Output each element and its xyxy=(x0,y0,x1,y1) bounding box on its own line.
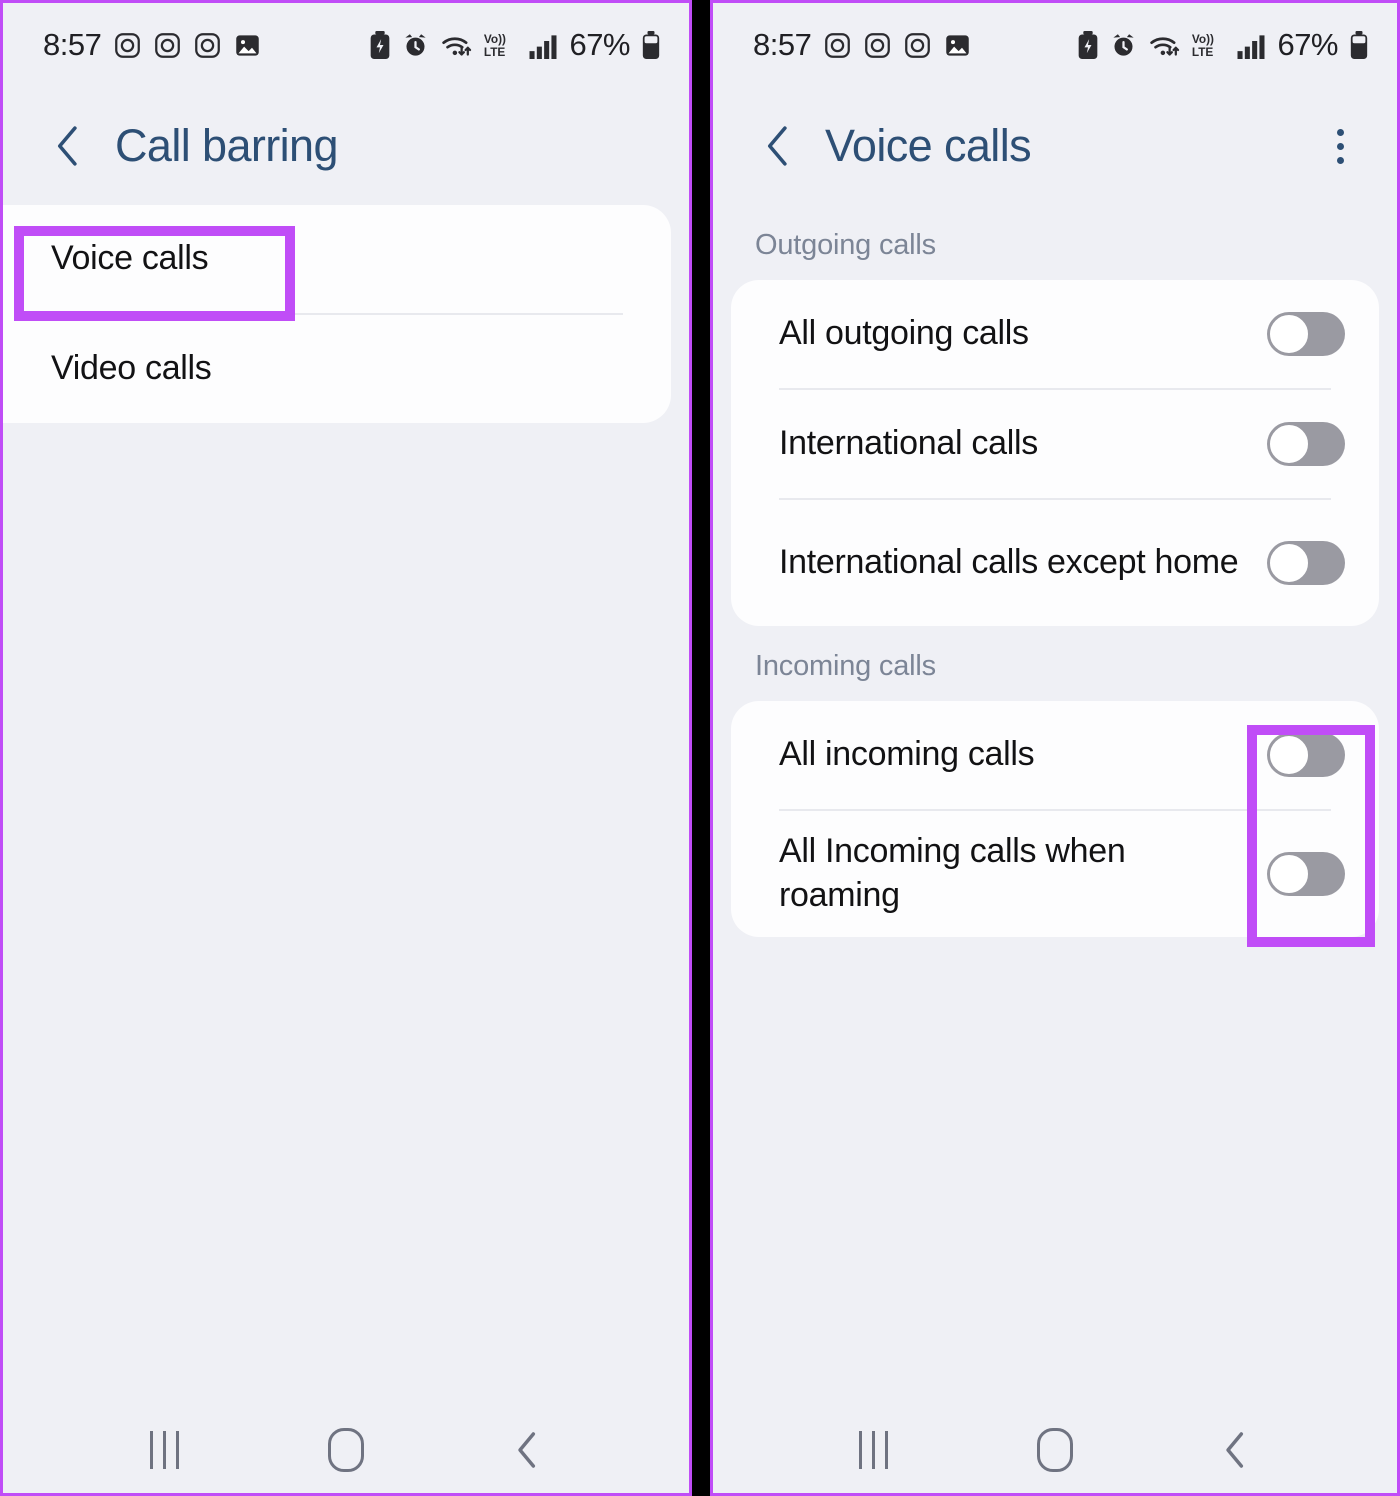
status-bar-left: 8:57 xyxy=(753,27,971,63)
alarm-icon xyxy=(402,32,429,59)
battery-icon xyxy=(1349,31,1369,59)
camera-icon xyxy=(114,32,141,59)
status-bar-left: 8:57 xyxy=(43,27,261,63)
setting-row-all-incoming-calls[interactable]: All incoming calls xyxy=(731,701,1379,809)
list-item-video-calls[interactable]: Video calls xyxy=(3,315,671,423)
dual-screenshot: 8:57 Vo)) LTE 67% Call barring Voice cal… xyxy=(0,0,1400,1496)
status-bar: 8:57 Vo)) LTE 67% xyxy=(713,3,1397,87)
left-header: Call barring xyxy=(3,87,689,205)
gallery-icon xyxy=(234,32,261,59)
back-button[interactable] xyxy=(483,1420,573,1480)
battery-percent-label: 67% xyxy=(569,27,630,62)
call-barring-list-card: Voice calls Video calls xyxy=(3,205,671,423)
recents-button[interactable] xyxy=(119,1420,209,1480)
camera-icon xyxy=(154,32,181,59)
recents-icon xyxy=(859,1431,889,1469)
back-button[interactable] xyxy=(1191,1420,1281,1480)
list-item-voice-calls[interactable]: Voice calls xyxy=(3,205,671,313)
setting-row-all-incoming-calls-when-roaming[interactable]: All Incoming calls when roaming xyxy=(731,811,1379,937)
navigation-bar xyxy=(3,1407,689,1493)
status-bar: 8:57 Vo)) LTE 67% xyxy=(3,3,689,87)
recents-button[interactable] xyxy=(829,1420,919,1480)
svg-text:LTE: LTE xyxy=(484,45,506,59)
wifi-icon xyxy=(440,32,472,59)
setting-row-international-calls[interactable]: International calls xyxy=(731,390,1379,498)
volte-lte-icon: Vo)) LTE xyxy=(1191,31,1225,59)
page-title: Voice calls xyxy=(825,120,1032,171)
svg-text:LTE: LTE xyxy=(1192,45,1214,59)
right-phone-screen: 8:57 Vo)) LTE 67% Voice calls Outgoing c… xyxy=(710,0,1400,1496)
toggle-all-incoming-calls[interactable] xyxy=(1267,733,1345,777)
incoming-calls-card: All incoming calls All Incoming calls wh… xyxy=(731,701,1379,937)
svg-text:Vo)): Vo)) xyxy=(484,32,506,46)
setting-label: All Incoming calls when roaming xyxy=(779,832,1126,914)
setting-label: All incoming calls xyxy=(779,735,1035,774)
battery-saver-icon xyxy=(369,31,391,59)
right-header: Voice calls xyxy=(713,87,1397,205)
back-chevron-icon[interactable] xyxy=(45,123,91,169)
section-header-incoming: Incoming calls xyxy=(755,650,936,682)
panel-gap xyxy=(692,0,710,1496)
toggle-international-calls[interactable] xyxy=(1267,422,1345,466)
camera-icon xyxy=(824,32,851,59)
setting-label: International calls except home xyxy=(779,543,1239,582)
battery-icon xyxy=(641,31,661,59)
toggle-knob xyxy=(1268,853,1310,895)
camera-icon xyxy=(864,32,891,59)
status-bar-right: Vo)) LTE 67% xyxy=(1077,27,1369,63)
signal-bars-icon xyxy=(528,32,558,59)
back-chevron-icon xyxy=(1226,1432,1244,1468)
toggle-knob xyxy=(1268,313,1310,355)
list-item-label: Voice calls xyxy=(51,239,209,278)
toggle-international-calls-except-home[interactable] xyxy=(1267,541,1345,585)
gallery-icon xyxy=(944,32,971,59)
left-phone-screen: 8:57 Vo)) LTE 67% Call barring Voice cal… xyxy=(0,0,692,1496)
navigation-bar xyxy=(713,1407,1397,1493)
setting-row-all-outgoing-calls[interactable]: All outgoing calls xyxy=(731,280,1379,388)
recents-icon xyxy=(149,1431,179,1469)
more-options-icon[interactable] xyxy=(1317,120,1363,172)
alarm-icon xyxy=(1110,32,1137,59)
setting-row-international-calls-except-home[interactable]: International calls except home xyxy=(731,500,1379,626)
home-button[interactable] xyxy=(1010,1420,1100,1480)
list-item-label: Video calls xyxy=(51,349,212,388)
wifi-icon xyxy=(1148,32,1180,59)
signal-bars-icon xyxy=(1236,32,1266,59)
toggle-knob xyxy=(1268,423,1310,465)
status-clock: 8:57 xyxy=(43,27,102,62)
back-chevron-icon[interactable] xyxy=(755,123,801,169)
toggle-all-incoming-calls-when-roaming[interactable] xyxy=(1267,852,1345,896)
camera-icon xyxy=(194,32,221,59)
battery-percent-label: 67% xyxy=(1277,27,1338,62)
page-title: Call barring xyxy=(115,120,339,171)
battery-saver-icon xyxy=(1077,31,1099,59)
svg-text:Vo)): Vo)) xyxy=(1192,32,1214,46)
home-icon xyxy=(328,1428,364,1472)
status-clock: 8:57 xyxy=(753,27,812,62)
section-header-outgoing: Outgoing calls xyxy=(755,229,936,261)
status-bar-right: Vo)) LTE 67% xyxy=(369,27,661,63)
outgoing-calls-card: All outgoing calls International calls I… xyxy=(731,280,1379,626)
home-button[interactable] xyxy=(301,1420,391,1480)
toggle-all-outgoing-calls[interactable] xyxy=(1267,312,1345,356)
back-chevron-icon xyxy=(518,1432,536,1468)
toggle-knob xyxy=(1268,734,1310,776)
camera-icon xyxy=(904,32,931,59)
setting-label: All outgoing calls xyxy=(779,314,1029,353)
toggle-knob xyxy=(1268,542,1310,584)
home-icon xyxy=(1036,1428,1073,1472)
setting-label: International calls xyxy=(779,424,1038,463)
volte-lte-icon: Vo)) LTE xyxy=(483,31,517,59)
